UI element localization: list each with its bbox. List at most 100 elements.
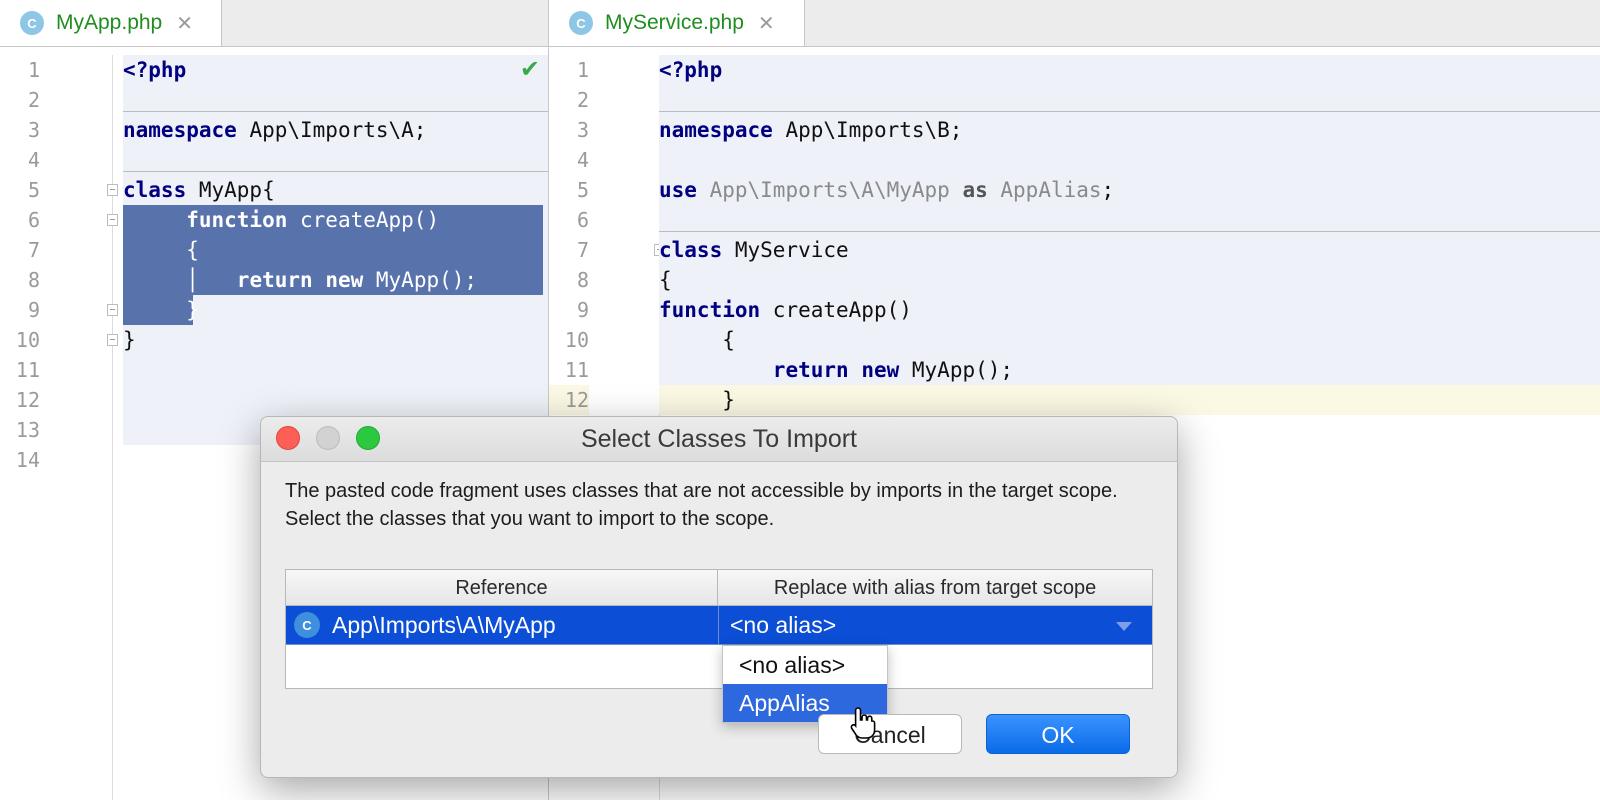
code-line: class MyApp{ (123, 175, 275, 205)
line-number: 1 (576, 58, 589, 82)
code-text: } (186, 298, 199, 322)
code-text: MyApp{ (186, 178, 275, 202)
keyword: new (325, 268, 364, 292)
code-text: ; (1101, 178, 1115, 202)
close-icon[interactable]: ✕ (758, 11, 775, 36)
line-number: 5 (576, 178, 589, 202)
dialog-message: The pasted code fragment uses classes th… (285, 477, 1135, 533)
line-number: 7 (27, 238, 40, 262)
divider (659, 231, 1600, 232)
divider (123, 171, 548, 172)
line-number: 5 (27, 178, 40, 202)
import-alias: AppAlias (987, 178, 1102, 202)
fold-icon[interactable] (107, 334, 118, 346)
reference-cell[interactable]: C App\Imports\A\MyApp (294, 606, 556, 644)
code-line: <?php (659, 55, 722, 85)
left-tab-bar: C MyApp.php ✕ (0, 0, 548, 47)
selected-code-line: { (123, 235, 543, 265)
keyword: namespace (659, 118, 773, 142)
keyword: as (962, 178, 988, 202)
message-line: Select the classes that you want to impo… (285, 508, 775, 530)
line-number: 6 (27, 208, 40, 232)
code-line: use App\Imports\A\MyApp as AppAlias; (659, 175, 1114, 205)
dropdown-option-no-alias[interactable]: <no alias> (723, 646, 887, 684)
line-number: 9 (576, 298, 589, 322)
code-line: } (123, 325, 136, 355)
divider (123, 111, 548, 112)
line-number: 3 (576, 118, 589, 142)
selected-code-line: function createApp() (123, 205, 543, 235)
line-number-gutter: 1 2 3 4 5 6 7 8 9 10 11 12 13 14 (0, 55, 118, 800)
code-text: createApp() (760, 298, 912, 322)
keyword: function (659, 298, 761, 322)
dialog-title-bar[interactable]: Select Classes To Import (261, 417, 1177, 462)
column-header-reference[interactable]: Reference (286, 570, 718, 606)
fold-icon[interactable] (107, 214, 118, 226)
line-number: 6 (576, 208, 589, 232)
line-number: 8 (27, 268, 40, 292)
code-text: { (186, 238, 199, 262)
keyword: return (772, 358, 849, 382)
tab-label: MyService.php (605, 11, 744, 34)
line-number: 14 (15, 448, 40, 472)
cancel-button[interactable]: Cancel (818, 714, 962, 754)
keyword: function (186, 208, 288, 232)
import-table: Reference Replace with alias from target… (285, 569, 1153, 689)
code-text: } (123, 328, 136, 352)
code-text: MyApp(); (363, 268, 478, 292)
line-number: 11 (564, 358, 589, 382)
ok-button[interactable]: OK (986, 714, 1130, 754)
line-number: 10 (15, 328, 40, 352)
line-number: 12 (15, 388, 40, 412)
alias-select[interactable]: <no alias> (730, 606, 836, 644)
code-line: class MyService (659, 235, 849, 265)
fold-icon[interactable] (107, 304, 118, 316)
line-number: 4 (576, 148, 589, 172)
current-line-highlight (659, 385, 1600, 415)
message-line: The pasted code fragment uses classes th… (285, 480, 1118, 502)
keyword: class (659, 238, 723, 262)
line-number: 13 (15, 418, 40, 442)
code-line: { (659, 325, 735, 355)
cell-divider (718, 606, 719, 644)
tab-myapp-php[interactable]: C MyApp.php ✕ (0, 0, 222, 46)
fold-icon[interactable] (107, 184, 118, 196)
keyword: use (659, 178, 697, 202)
line-number: 11 (15, 358, 40, 382)
code-line: { (659, 265, 672, 295)
code-line: namespace App\Imports\B; (659, 115, 962, 145)
line-number-current: 12 (549, 385, 589, 415)
keyword: class (123, 178, 187, 202)
dialog-title: Select Classes To Import (580, 425, 858, 453)
indent: │ (123, 268, 237, 292)
divider (659, 111, 1600, 112)
code-line: return new MyApp(); (659, 355, 1013, 385)
close-icon[interactable]: ✕ (176, 11, 193, 36)
line-number: 3 (27, 118, 40, 142)
selected-code-line: } (123, 295, 199, 325)
code-text: } (659, 388, 735, 412)
line-number: 2 (27, 88, 40, 112)
class-c-icon: C (569, 11, 593, 35)
line-number: 1 (27, 58, 40, 82)
code-line: namespace App\Imports\A; (123, 115, 426, 145)
code-text: MyApp(); (899, 358, 1014, 382)
column-header-alias[interactable]: Replace with alias from target scope (718, 570, 1152, 606)
tab-myservice-php[interactable]: C MyService.php ✕ (549, 0, 805, 46)
code-text: App\Imports\B; (772, 118, 963, 142)
chevron-down-icon[interactable] (1116, 622, 1132, 631)
code-text: MyService (722, 238, 849, 262)
hand-pointer-icon (850, 707, 876, 739)
code-text: { (659, 268, 672, 292)
php-open-tag: <?php (659, 58, 723, 82)
code-line: function createApp() (659, 295, 912, 325)
line-number: 9 (27, 298, 40, 322)
right-tab-bar: C MyService.php ✕ (549, 0, 1600, 47)
code-text: createApp() (287, 208, 440, 232)
code-background (659, 55, 1600, 385)
table-row[interactable]: C App\Imports\A\MyApp <no alias> (286, 606, 1152, 645)
code-text: App\Imports\A; (236, 118, 427, 142)
